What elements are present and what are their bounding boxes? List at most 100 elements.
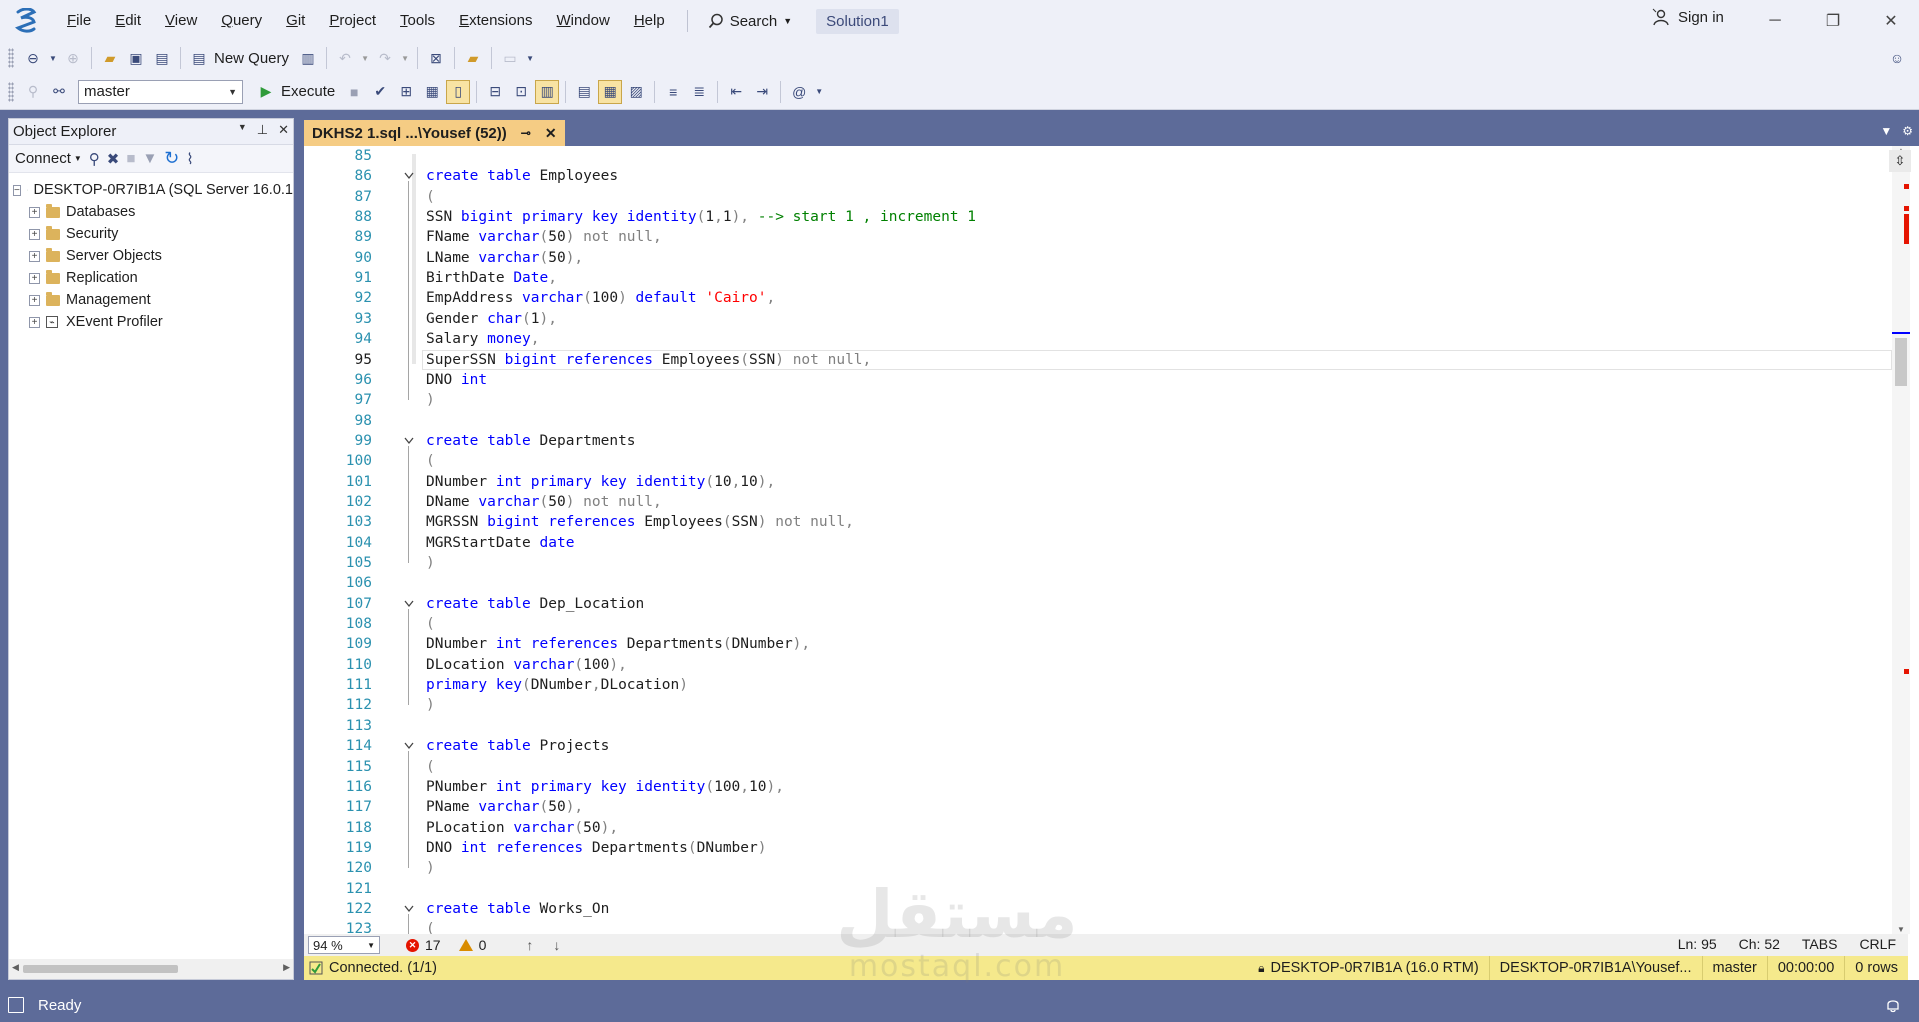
menu-item-git[interactable]: Git [274,0,317,42]
refresh-icon[interactable]: ↻ [164,148,179,169]
menu-item-tools[interactable]: Tools [388,0,447,42]
error-marker[interactable] [1904,184,1909,189]
connect-icon[interactable]: ⚲ [21,80,45,104]
chevron-down-icon[interactable]: ▼ [47,46,59,70]
toolbar-grip[interactable] [8,48,14,68]
client-statistics-icon[interactable]: ▥ [535,79,560,104]
increase-indent-icon[interactable]: ⇥ [750,80,774,104]
menu-item-extensions[interactable]: Extensions [447,0,544,42]
menu-item-edit[interactable]: Edit [103,0,153,42]
warning-count[interactable]: 0 [458,937,486,953]
collapse-chevron-icon[interactable] [404,172,414,180]
restore-button[interactable]: ❐ [1818,8,1848,34]
collapse-chevron-icon[interactable] [404,600,414,608]
tree-server-node[interactable]: − DESKTOP-0R7IB1A (SQL Server 16.0.1 [9,179,293,201]
menu-item-query[interactable]: Query [209,0,274,42]
solution-folder-icon[interactable]: ▰ [461,46,485,70]
collapse-chevron-icon[interactable] [404,905,414,913]
live-query-stats-icon[interactable]: ⊡ [509,80,533,104]
menu-item-view[interactable]: View [153,0,209,42]
toolbar-grip[interactable] [8,81,14,102]
toolbar-options-icon[interactable]: ▼ [813,80,825,104]
minimize-button[interactable]: ─ [1760,8,1790,34]
navigate-forward-icon[interactable]: ⊕ [61,46,85,70]
change-connection-icon[interactable]: ⚯ [47,80,71,104]
zoom-select[interactable]: 94 % ▼ [308,936,380,954]
expand-icon[interactable]: + [29,294,40,306]
collapse-chevron-icon[interactable] [404,742,414,750]
undo-icon[interactable]: ↶ [333,46,357,70]
output-window-icon[interactable] [8,997,24,1013]
previous-issue-arrow-icon[interactable]: ↑ [526,937,533,953]
menu-item-window[interactable]: Window [544,0,621,42]
available-databases-select[interactable]: master ▼ [78,79,243,104]
connect-dropdown[interactable]: Connect ▼ [15,150,82,167]
filter-icon[interactable]: ▼ [142,150,157,167]
sql-code-editor[interactable]: 85 86 create table Employees 87 (88 SSN bigin… [304,146,1908,934]
navigate-back-icon[interactable]: ⊖ [21,46,45,70]
save-all-icon[interactable]: ▤ [150,46,174,70]
tree-node-replication[interactable]: + Replication [9,267,293,289]
specify-template-values-icon[interactable]: @ [787,80,811,104]
split-editor-icon[interactable]: ⇳ [1889,150,1911,172]
window-position-icon[interactable]: ▼ [238,122,247,138]
vertical-scrollbar[interactable]: ▲ ▼ [1892,146,1910,934]
next-issue-arrow-icon[interactable]: ↓ [553,937,560,953]
tab-list-dropdown-icon[interactable]: ▼ [1880,124,1892,138]
activity-monitor-icon[interactable]: ⊠ [424,46,448,70]
connect-plug-icon[interactable]: ⚲ [89,150,100,168]
indent-mode[interactable]: TABS [1802,936,1838,952]
menu-item-file[interactable]: File [55,0,103,42]
tree-node-management[interactable]: + Management [9,289,293,311]
results-to-grid-icon[interactable]: ▦ [598,79,623,104]
notifications-bell-icon[interactable] [1885,997,1901,1013]
expand-icon[interactable]: + [29,228,40,240]
decrease-indent-icon[interactable]: ⇤ [724,80,748,104]
horizontal-scrollbar[interactable]: ◀ ▶ [9,959,293,979]
disconnect-icon[interactable]: ✖ [107,150,120,168]
properties-window-icon[interactable]: ▭ [498,46,522,70]
error-marker[interactable] [1904,206,1909,211]
solution-name[interactable]: Solution1 [816,8,899,34]
error-marker[interactable] [1904,669,1909,674]
estimated-plan-icon[interactable]: ⊞ [394,80,418,104]
tree-node-security[interactable]: + Security [9,223,293,245]
menu-item-project[interactable]: Project [317,0,388,42]
tree-node-databases[interactable]: + Databases [9,201,293,223]
tree-node-server-objects[interactable]: + Server Objects [9,245,293,267]
close-icon[interactable]: ✕ [278,122,289,138]
collapse-chevron-icon[interactable] [404,437,414,445]
scrollbar-thumb[interactable] [23,965,178,973]
search-button[interactable]: Search ▼ [698,7,802,35]
scroll-left-icon[interactable]: ◀ [12,962,19,973]
error-count[interactable]: ✕ 17 [406,937,441,953]
chevron-down-icon[interactable]: ▼ [359,46,371,70]
intellisense-toggle-icon[interactable]: ▯ [446,79,471,104]
toolbar-options-icon[interactable]: ▼ [524,46,536,70]
expand-icon[interactable]: + [29,206,40,218]
collapse-icon[interactable]: − [13,184,21,196]
activity-monitor-icon[interactable]: ⌇ [186,150,193,168]
pin-icon[interactable]: ⊥ [257,122,268,138]
line-ending[interactable]: CRLF [1859,936,1896,952]
error-marker[interactable] [1904,214,1909,244]
tab-query-document[interactable]: DKHS2 1.sql ...\Yousef (52)) ⊸ ✕ [304,120,565,146]
redo-icon[interactable]: ↷ [373,46,397,70]
stop-icon[interactable]: ■ [126,150,135,167]
expand-icon[interactable]: + [29,250,40,262]
database-engine-query-icon[interactable]: ▥ [296,46,320,70]
scroll-right-icon[interactable]: ▶ [283,962,290,973]
feedback-icon[interactable]: ☺ [1885,46,1909,70]
expand-icon[interactable]: + [29,316,40,328]
results-to-text-icon[interactable]: ▤ [572,80,596,104]
uncomment-lines-icon[interactable]: ≣ [687,80,711,104]
save-icon[interactable]: ▣ [124,46,148,70]
results-to-file-icon[interactable]: ▨ [624,80,648,104]
new-query-button[interactable]: ▤ New Query [186,46,295,70]
sign-in-button[interactable]: Sign in [1652,8,1724,26]
settings-gear-icon[interactable]: ⚙ [1902,124,1913,138]
scrollbar-thumb[interactable] [1895,338,1907,386]
include-actual-plan-icon[interactable]: ⊟ [483,80,507,104]
close-window-button[interactable]: ✕ [1876,8,1906,34]
pin-tab-icon[interactable]: ⊸ [521,126,531,140]
